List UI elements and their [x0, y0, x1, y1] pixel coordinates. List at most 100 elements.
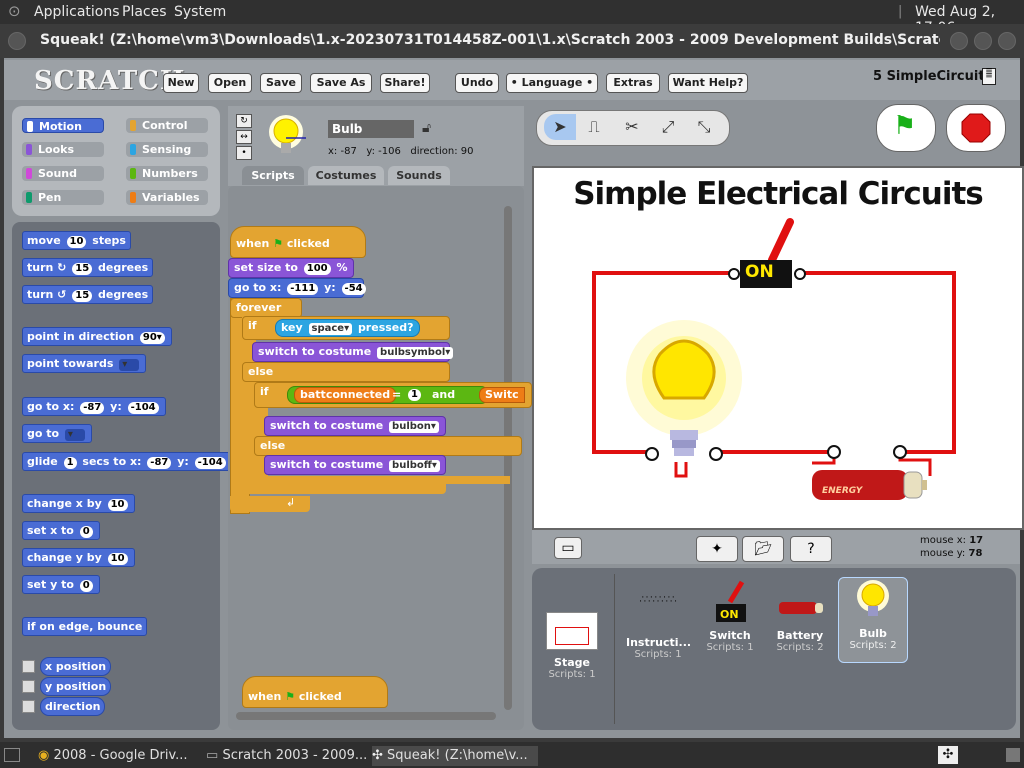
operator-and[interactable]: battconnected = 1 and	[287, 386, 489, 404]
block-input[interactable]: -87	[147, 457, 172, 469]
block-input[interactable]: 10	[107, 499, 128, 511]
block-turn-left[interactable]: turn ↺ 15 degrees	[22, 285, 154, 304]
sprite-name-input[interactable]: Bulb	[328, 120, 414, 138]
block-input[interactable]: 10	[66, 236, 87, 248]
taskbar-item-google-drive[interactable]: ◉ 2008 - Google Driv...	[38, 746, 198, 766]
variable-switch[interactable]: Switc	[479, 387, 525, 403]
sprite-thumb-bulb-selected[interactable]: Bulb Scripts: 2	[838, 577, 908, 663]
open-button[interactable]: Open	[208, 73, 252, 93]
block-input[interactable]: -104	[194, 457, 226, 469]
block-forever[interactable]: forever	[230, 298, 302, 318]
block-bounce[interactable]: if on edge, bounce	[22, 617, 148, 636]
block-dropdown[interactable]: bulbon▾	[389, 421, 439, 433]
block-input[interactable]: -111	[287, 283, 319, 295]
block-dropdown[interactable]: bulboff▾	[389, 460, 440, 472]
block-if-key-pressed[interactable]: if key space▾ pressed?	[242, 316, 450, 340]
x-position-checkbox[interactable]	[22, 660, 35, 673]
sprite-thumb-instructions[interactable]: · · · · · · · · · · · · · · · · · Instruc…	[626, 588, 691, 661]
block-turn-right[interactable]: turn ↻ 15 degrees	[22, 258, 154, 277]
block-glide[interactable]: glide 1 secs to x: -87 y: -104	[22, 452, 233, 471]
category-sound[interactable]: Sound	[22, 166, 104, 181]
block-change-y[interactable]: change y by 10	[22, 548, 135, 567]
block-dropdown[interactable]: ▾	[119, 359, 140, 371]
block-move[interactable]: move 10 steps	[22, 231, 131, 250]
block-input[interactable]: -87	[80, 402, 105, 414]
category-pen[interactable]: Pen	[22, 190, 104, 205]
new-button[interactable]: New	[163, 73, 199, 93]
reporter-direction[interactable]: direction	[40, 697, 106, 716]
category-sensing[interactable]: Sensing	[126, 142, 208, 157]
block-input[interactable]: -54	[341, 283, 366, 295]
block-goto-xy[interactable]: go to x: -87 y: -104	[22, 397, 166, 416]
sensing-key-pressed[interactable]: key space▾ pressed?	[275, 319, 420, 337]
y-position-checkbox[interactable]	[22, 680, 35, 693]
block-if-battconnected[interactable]: if battconnected = 1 and Switc	[254, 382, 532, 408]
sprite-thumb-switch[interactable]: ON Switch Scripts: 1	[698, 580, 762, 653]
block-set-size[interactable]: set size to 100 %	[228, 258, 354, 278]
block-input[interactable]: 10	[107, 553, 128, 565]
menu-applications[interactable]: Applications	[34, 4, 120, 20]
taskbar-item-file-manager[interactable]: ▭ Scratch 2003 - 2009...	[206, 746, 370, 766]
undo-button[interactable]: Undo	[455, 73, 499, 93]
extras-button[interactable]: Extras	[606, 73, 660, 93]
sprite-thumb-stage[interactable]: Stage Scripts: 1	[540, 612, 604, 680]
stage[interactable]: Simple Electrical Circuits ON ENERGY	[532, 166, 1024, 530]
category-motion[interactable]: Motion	[22, 118, 104, 133]
hat-when-flag-clicked-2[interactable]: when ⚑ clicked	[242, 676, 388, 708]
shrink-icon[interactable]: ⤡	[688, 114, 720, 140]
block-goto-xy-script[interactable]: go to x: -111 y: -54	[228, 278, 366, 298]
presentation-mode-icon[interactable]: ▭	[554, 537, 582, 559]
paint-new-sprite-icon[interactable]: ✦	[696, 536, 738, 562]
menu-system[interactable]: System	[174, 4, 226, 20]
distro-logo-icon[interactable]: ⊙	[8, 2, 21, 20]
block-dropdown[interactable]: ▾	[64, 429, 85, 441]
block-dropdown[interactable]: space▾	[308, 323, 353, 335]
scripts-horizontal-scrollbar[interactable]	[236, 712, 496, 720]
no-rotate-icon[interactable]: •	[236, 146, 252, 160]
block-input[interactable]: 1	[408, 389, 421, 401]
hat-when-flag-clicked[interactable]: when ⚑ clicked	[230, 226, 366, 258]
block-input[interactable]: 90▾	[139, 332, 165, 344]
block-switch-bulboff[interactable]: switch to costume bulboff▾	[264, 455, 446, 475]
block-input[interactable]: -104	[127, 402, 159, 414]
block-point-direction[interactable]: point in direction 90▾	[22, 327, 172, 346]
block-point-towards[interactable]: point towards ▾	[22, 354, 147, 373]
reporter-x-position[interactable]: x position	[40, 657, 112, 676]
help-button[interactable]: Want Help?	[668, 73, 748, 93]
close-icon[interactable]	[998, 32, 1016, 50]
save-button[interactable]: Save	[260, 73, 302, 93]
tab-scripts[interactable]: Scripts	[242, 166, 304, 185]
project-notes-icon[interactable]: ≡ ≡	[982, 67, 996, 85]
share-button[interactable]: Share!	[380, 73, 430, 93]
rotate-style-icon[interactable]: ↻	[236, 114, 252, 128]
block-switch-bulbon[interactable]: switch to costume bulbon▾	[264, 416, 446, 436]
block-switch-bulbsymbol[interactable]: switch to costume bulbsymbol▾	[252, 342, 454, 362]
block-input[interactable]: 15	[72, 290, 93, 302]
category-variables[interactable]: Variables	[126, 190, 208, 205]
flip-style-icon[interactable]: ↔	[236, 130, 252, 144]
grow-icon[interactable]: ⤢	[652, 114, 684, 140]
switch-on-label[interactable]: ON	[745, 262, 774, 282]
block-input[interactable]: 100	[303, 263, 331, 275]
block-input[interactable]: 0	[79, 580, 93, 592]
trash-icon[interactable]	[1006, 748, 1020, 762]
maximize-icon[interactable]	[974, 32, 992, 50]
tab-costumes[interactable]: Costumes	[308, 166, 384, 185]
scripts-vertical-scrollbar[interactable]	[504, 206, 512, 710]
taskbar-item-squeak[interactable]: ✣ Squeak! (Z:\home\v...	[372, 746, 538, 766]
scissors-icon[interactable]: ✂	[616, 114, 648, 140]
sprite-thumb-battery[interactable]: Battery Scripts: 2	[768, 594, 832, 653]
block-set-y[interactable]: set y to 0	[22, 575, 100, 594]
show-desktop-icon[interactable]	[4, 748, 20, 762]
squeak-tray-icon[interactable]: ✣	[938, 746, 958, 764]
category-looks[interactable]: Looks	[22, 142, 104, 157]
window-title-bar[interactable]: Squeak! (Z:\home\vm3\Downloads\1.x-20230…	[0, 24, 1024, 58]
window-menu-icon[interactable]	[8, 32, 26, 50]
block-input[interactable]: 0	[79, 526, 93, 538]
block-change-x[interactable]: change x by 10	[22, 494, 135, 513]
lock-icon[interactable]: 🔓︎	[422, 120, 431, 136]
arrow-tool-icon[interactable]: ➤	[544, 114, 576, 140]
category-numbers[interactable]: Numbers	[126, 166, 208, 181]
block-input[interactable]: 15	[72, 263, 93, 275]
tab-sounds[interactable]: Sounds	[388, 166, 450, 185]
